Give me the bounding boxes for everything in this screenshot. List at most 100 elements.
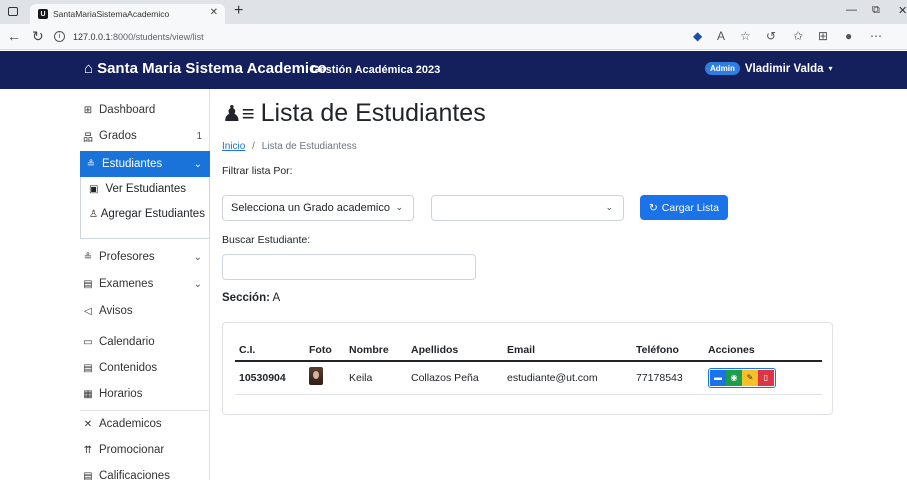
students-icon: ♟≡	[222, 100, 255, 126]
cell-acciones: ▬ ◉ ✎ ▯	[704, 361, 822, 395]
favorites-icon[interactable]: ✩	[793, 29, 803, 43]
profile-icon[interactable]: ●	[845, 29, 852, 43]
archive-icon[interactable]: ▬	[710, 369, 726, 386]
search-input[interactable]	[222, 254, 476, 280]
address-bar: ← ↻ i 127.0.0.1:8000/students/view/list …	[0, 24, 907, 50]
refresh-page-icon[interactable]: ↺	[766, 29, 776, 43]
more-icon[interactable]: ⋯	[870, 29, 882, 43]
col-ci: C.I.	[235, 339, 305, 362]
col-acciones: Acciones	[704, 339, 822, 362]
edit-icon[interactable]: ✎	[742, 369, 758, 386]
read-aloud-icon[interactable]: A	[717, 29, 725, 43]
collections-icon[interactable]: ⊞	[818, 29, 828, 43]
section-value: A	[272, 292, 281, 304]
close-tab-icon[interactable]: ✕	[210, 7, 218, 18]
col-foto: Foto	[305, 339, 345, 362]
sidebar: ⊞ Dashboard 品 Grados 1 ≗ Estudiantes ⌄ ▣…	[80, 89, 210, 480]
breadcrumb: Inicio / Lista de Estudiantess	[222, 141, 357, 152]
refresh-icon: ↻	[648, 201, 658, 214]
cell-ci: 10530904	[235, 361, 305, 395]
sidebar-item-label: Calendario	[99, 336, 155, 348]
submenu-ver-estudiantes[interactable]: ▣ Ver Estudiantes	[89, 183, 186, 195]
caret-down-icon: ▾	[828, 64, 833, 73]
sidebar-item-label: Grados	[99, 130, 137, 142]
sidebar-item-promocionar[interactable]: ⇈ Promocionar	[80, 437, 210, 463]
brand-link[interactable]: ⌂ Santa Maria Sistema Academico	[84, 60, 327, 77]
sidebar-item-calendario[interactable]: ▭ Calendario	[80, 329, 210, 355]
delete-icon[interactable]: ▯	[758, 369, 774, 386]
sidebar-item-academicos[interactable]: ✕ Academicos	[80, 411, 210, 437]
secondary-select[interactable]: ⌄	[431, 195, 624, 221]
sidebar-item-dashboard[interactable]: ⊞ Dashboard	[80, 97, 210, 123]
tab-actions-icon[interactable]	[8, 7, 18, 16]
table-row: 10530904 Keila Collazos Peña estudiante@…	[235, 361, 822, 395]
sidebar-item-contenidos[interactable]: ▤ Contenidos	[80, 355, 210, 381]
submenu-ver-label: Ver Estudiantes	[105, 183, 187, 195]
user-menu[interactable]: Admin Vladimir Valda ▾	[705, 62, 833, 75]
restore-icon[interactable]: ⧉	[872, 4, 880, 17]
view-icon[interactable]: ◉	[726, 369, 742, 386]
load-list-button[interactable]: ↻ Cargar Lista	[640, 195, 728, 220]
tab-title: SantaMariaSistemaAcademico	[53, 9, 170, 19]
browser-tabstrip: U SantaMariaSistemaAcademico ✕ + — ⧉ ✕	[0, 0, 907, 24]
chevron-down-icon: ⌄	[605, 202, 613, 212]
row-actions: ▬ ◉ ✎ ▯	[708, 367, 776, 388]
sidebar-item-avisos[interactable]: ◁ Avisos	[80, 298, 210, 324]
sidebar-item-examenes[interactable]: ▤ Examenes ⌄	[80, 271, 210, 297]
cell-apellidos: Collazos Peña	[407, 361, 503, 395]
sidebar-item-estudiantes[interactable]: ≗ Estudiantes ⌄	[80, 151, 210, 177]
submenu-agregar-estudiantes[interactable]: ♙ Agregar Estudiantes	[89, 207, 205, 222]
student-photo	[309, 367, 323, 386]
load-list-label: Cargar Lista	[661, 201, 719, 214]
tools-icon: ✕	[83, 418, 93, 430]
sidebar-item-label: Calificaciones	[99, 470, 170, 480]
site-info-icon[interactable]: i	[54, 31, 65, 42]
sidebar-item-label: Dashboard	[99, 104, 156, 116]
sidebar-item-grados[interactable]: 品 Grados 1	[80, 123, 210, 149]
page-title-text: Lista de Estudiantes	[260, 99, 486, 127]
favorite-icon[interactable]: ☆	[740, 29, 751, 43]
reload-icon[interactable]: ↻	[32, 28, 44, 45]
extension-icon[interactable]: ◆	[693, 29, 702, 43]
section-label: Sección:	[222, 292, 270, 304]
cell-foto	[305, 361, 345, 395]
back-icon[interactable]: ←	[7, 28, 21, 44]
home-icon: ⌂	[84, 60, 94, 77]
calendar-icon: ▭	[83, 336, 93, 348]
chevron-down-icon: ⌄	[193, 158, 202, 170]
breadcrumb-home-link[interactable]: Inicio	[222, 141, 245, 152]
sidebar-item-horarios[interactable]: ▦ Horarios	[80, 381, 210, 407]
url-field[interactable]: i 127.0.0.1:8000/students/view/list	[54, 27, 714, 46]
filter-label: Filtrar lista Por:	[222, 165, 293, 177]
cell-nombre: Keila	[345, 361, 407, 395]
students-table-card: C.I. Foto Nombre Apellidos Email Teléfon…	[222, 322, 833, 415]
students-table: C.I. Foto Nombre Apellidos Email Teléfon…	[235, 339, 822, 395]
col-apellidos: Apellidos	[407, 339, 503, 362]
document-icon: ▤	[83, 278, 93, 290]
sidebar-item-profesores[interactable]: ≗ Profesores ⌄	[80, 244, 210, 270]
table-icon: ▤	[83, 470, 93, 480]
close-window-icon[interactable]: ✕	[898, 4, 907, 17]
col-email: Email	[503, 339, 632, 362]
file-icon: ▤	[83, 362, 93, 374]
browser-tab[interactable]: U SantaMariaSistemaAcademico ✕	[30, 4, 225, 24]
cell-telefono: 77178543	[632, 361, 704, 395]
sidebar-item-label: Estudiantes	[102, 158, 163, 170]
students-icon: ≗	[86, 158, 96, 170]
url-path: :8000/students/view/list	[110, 31, 204, 42]
grade-select[interactable]: Selecciona un Grado academico ⌄	[222, 195, 414, 221]
favicon-icon: U	[38, 9, 48, 19]
schedule-icon: ▦	[83, 388, 93, 400]
breadcrumb-current: Lista de Estudiantess	[261, 141, 357, 152]
navbar-subtitle: Gestión Académica 2023	[311, 64, 441, 76]
minimize-icon[interactable]: —	[846, 4, 857, 16]
new-tab-icon[interactable]: +	[234, 2, 243, 20]
grade-select-value: Selecciona un Grado academico	[231, 202, 390, 214]
sidebar-item-label: Academicos	[99, 418, 162, 430]
search-label: Buscar Estudiante:	[222, 234, 311, 246]
sidebar-item-calificaciones[interactable]: ▤ Calificaciones	[80, 463, 210, 480]
brand-title: Santa Maria Sistema Academico	[97, 60, 327, 77]
sidebar-item-label: Profesores	[99, 251, 155, 263]
col-nombre: Nombre	[345, 339, 407, 362]
teachers-icon: ≗	[83, 251, 93, 263]
